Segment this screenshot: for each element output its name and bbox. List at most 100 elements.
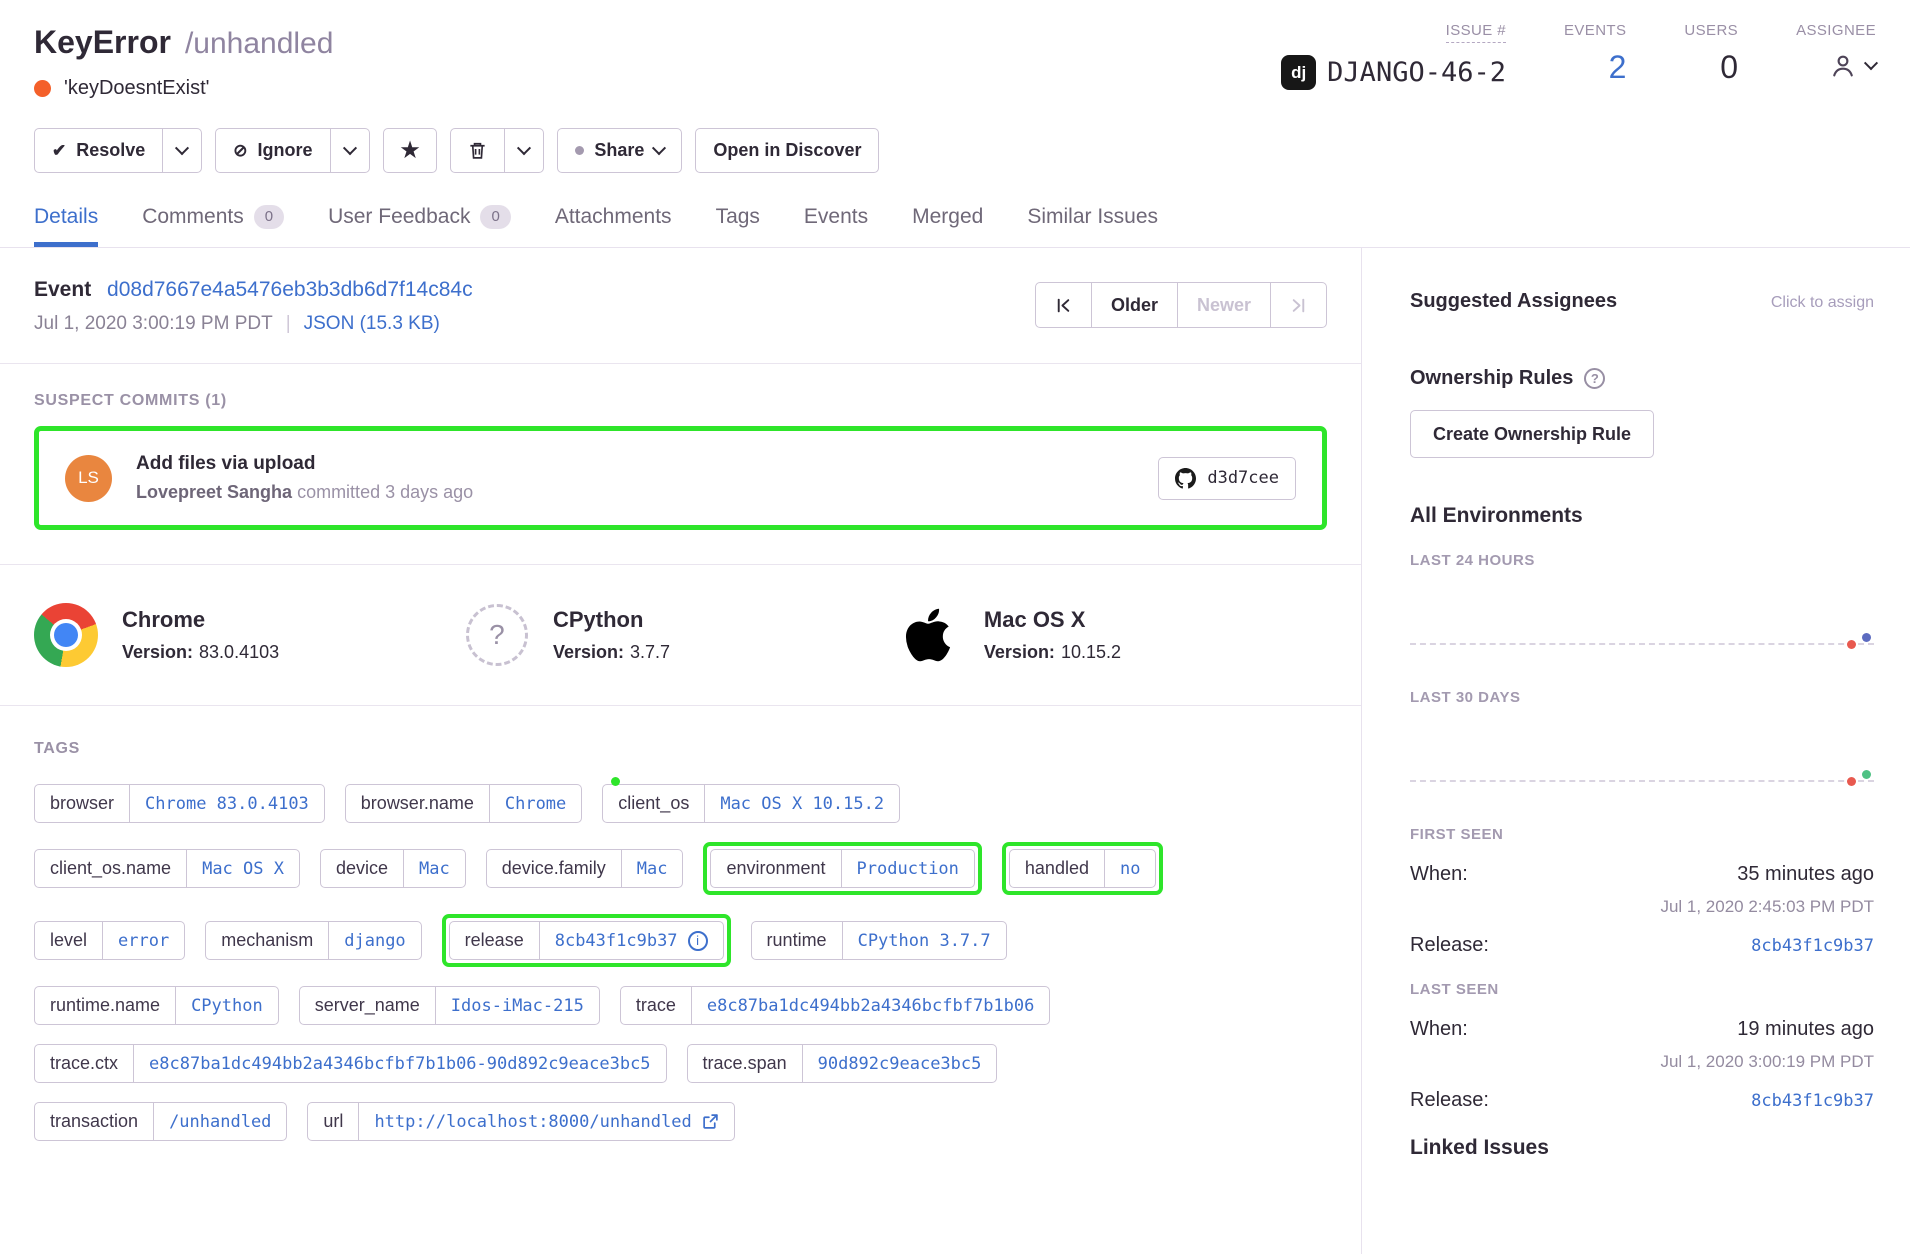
tag-value-link[interactable]: error (103, 922, 184, 959)
tag-value-link[interactable]: CPython 3.7.7 (843, 922, 1006, 959)
tab-comments[interactable]: Comments 0 (142, 205, 284, 247)
commit-info: Add files via upload Lovepreet Sangha co… (136, 453, 473, 503)
tag-value-link[interactable]: Chrome 83.0.4103 (130, 785, 324, 822)
tag-value-link[interactable]: /unhandled (154, 1103, 286, 1140)
skip-to-first-icon (1055, 297, 1072, 314)
tag-runtime: runtime CPython 3.7.7 (751, 921, 1007, 960)
tag-value-link[interactable]: 90d892c9eace3bc5 (803, 1045, 997, 1082)
tag-value-link[interactable]: Production (842, 850, 974, 887)
tag-value-link[interactable]: Chrome (490, 785, 581, 822)
tag-value-link[interactable]: CPython (176, 987, 278, 1024)
tab-label: Attachments (555, 205, 672, 229)
tag-value-link[interactable]: Mac (404, 850, 465, 887)
tab-merged[interactable]: Merged (912, 205, 983, 247)
open-in-discover-button[interactable]: Open in Discover (695, 128, 879, 173)
newest-event-button[interactable] (1270, 282, 1327, 328)
tag-row: level error mechanism django release 8cb… (34, 914, 1327, 967)
context-name: CPython (553, 607, 670, 633)
tag-value-link[interactable]: http://localhost:8000/unhandled (359, 1103, 733, 1140)
tab-attachments[interactable]: Attachments (555, 205, 672, 247)
issue-action-bar: ✔ Resolve ⊘ Ignore ★ Share Open (0, 128, 1910, 173)
commit-author-avatar: LS (65, 455, 112, 502)
sparkline-marker-blue-icon (1862, 633, 1871, 642)
issue-sidebar: Suggested Assignees Click to assign Owne… (1362, 248, 1910, 1254)
help-icon[interactable]: ? (1584, 368, 1605, 389)
tag-value-link[interactable]: e8c87ba1dc494bb2a4346bcfbf7b1b06 (692, 987, 1050, 1024)
tags-heading: TAGS (34, 740, 1327, 758)
share-button[interactable]: Share (557, 128, 682, 173)
release-label: Release: (1410, 934, 1489, 957)
context-browser: Chrome Version:83.0.4103 (34, 603, 465, 667)
first-seen-heading: FIRST SEEN (1410, 826, 1874, 843)
tab-events[interactable]: Events (804, 205, 868, 247)
issue-type-title: KeyError (34, 24, 171, 61)
tab-label: Tags (716, 205, 760, 229)
suspect-commit-panel: LS Add files via upload Lovepreet Sangha… (34, 426, 1327, 530)
tag-client-os-name: client_os.name Mac OS X (34, 849, 300, 888)
sparkline-marker-red-icon (1847, 640, 1856, 649)
delete-dropdown-button[interactable] (505, 128, 544, 173)
event-json-link[interactable]: JSON (15.3 KB) (304, 313, 440, 335)
tag-value-link[interactable]: Idos-iMac-215 (436, 987, 599, 1024)
context-os: Mac OS X Version:10.15.2 (896, 603, 1327, 667)
issue-stats: ISSUE # dj DJANGO-46-2 EVENTS 2 USERS 0 … (1281, 22, 1876, 90)
oldest-event-button[interactable] (1035, 282, 1092, 328)
newer-event-button[interactable]: Newer (1177, 282, 1271, 328)
tag-value-link[interactable]: 8cb43f1c9b37 i (540, 922, 723, 959)
tag-client-os: client_os Mac OS X 10.15.2 (602, 784, 900, 823)
event-pagination: Older Newer (1035, 282, 1327, 328)
tab-label: Events (804, 205, 868, 229)
bookmark-button[interactable]: ★ (383, 128, 438, 173)
chevron-down-icon (342, 141, 356, 155)
info-icon[interactable]: i (688, 931, 708, 951)
sparkline-marker-red-icon (1847, 777, 1856, 786)
last-30-days-label: LAST 30 DAYS (1410, 689, 1874, 706)
annotation-highlight: release 8cb43f1c9b37 i (442, 914, 731, 967)
create-ownership-rule-button[interactable]: Create Ownership Rule (1410, 410, 1654, 458)
users-count[interactable]: 0 (1720, 51, 1738, 83)
older-event-button[interactable]: Older (1091, 282, 1178, 328)
assignee-label: ASSIGNEE (1796, 22, 1876, 39)
tab-tags[interactable]: Tags (716, 205, 760, 247)
commit-meta: Lovepreet Sangha committed 3 days ago (136, 482, 473, 503)
context-runtime-info: CPython Version:3.7.7 (553, 607, 670, 663)
tag-value-link[interactable]: django (329, 922, 420, 959)
event-id-link[interactable]: d08d7667e4a5476eb3b3db6d7f14c84c (107, 278, 473, 301)
issue-short-id[interactable]: dj DJANGO-46-2 (1281, 55, 1506, 90)
assignee-selector[interactable] (1828, 51, 1876, 81)
commit-sha-button[interactable]: d3d7cee (1158, 457, 1296, 500)
issue-number-label: ISSUE # (1446, 22, 1506, 43)
tab-similar-issues[interactable]: Similar Issues (1027, 205, 1158, 247)
ownership-rules-title: Ownership Rules (1410, 367, 1573, 390)
tag-environment: environment Production (710, 849, 974, 888)
ignore-dropdown-button[interactable] (331, 128, 370, 173)
main-column: Event d08d7667e4a5476eb3b3db6d7f14c84c J… (0, 248, 1362, 1254)
tag-key: server_name (300, 987, 436, 1024)
tag-value-link[interactable]: Mac OS X (187, 850, 299, 887)
tab-user-feedback[interactable]: User Feedback 0 (328, 205, 511, 247)
last-seen-release-link[interactable]: 8cb43f1c9b37 (1751, 1091, 1874, 1111)
issue-header: KeyError /unhandled 'keyDoesntExist' ISS… (0, 0, 1910, 100)
tag-value-link[interactable]: Mac (622, 850, 683, 887)
tag-value-link[interactable]: no (1105, 850, 1155, 887)
tag-browser-name: browser.name Chrome (345, 784, 582, 823)
first-seen-release-link[interactable]: 8cb43f1c9b37 (1751, 936, 1874, 956)
tab-details[interactable]: Details (34, 205, 98, 247)
issue-short-id-text: DJANGO-46-2 (1327, 59, 1506, 86)
resolve-button[interactable]: ✔ Resolve (34, 128, 163, 173)
events-count[interactable]: 2 (1609, 51, 1627, 83)
ignore-button[interactable]: ⊘ Ignore (215, 128, 330, 173)
tag-value-link[interactable]: e8c87ba1dc494bb2a4346bcfbf7b1b06-90d892c… (134, 1045, 666, 1082)
tab-label: Details (34, 205, 98, 229)
event-context-panel: Chrome Version:83.0.4103 ? CPython Versi… (0, 564, 1361, 706)
trash-icon (468, 141, 487, 160)
linked-issues-title: Linked Issues (1410, 1136, 1874, 1160)
resolve-dropdown-button[interactable] (163, 128, 202, 173)
tag-key: level (35, 922, 103, 959)
context-name: Chrome (122, 607, 279, 633)
tag-key: environment (711, 850, 841, 887)
suspect-commits-heading: SUSPECT COMMITS (1) (34, 392, 1327, 410)
tag-value-link[interactable]: Mac OS X 10.15.2 (705, 785, 899, 822)
context-runtime: ? CPython Version:3.7.7 (465, 603, 896, 667)
delete-button[interactable] (450, 128, 505, 173)
